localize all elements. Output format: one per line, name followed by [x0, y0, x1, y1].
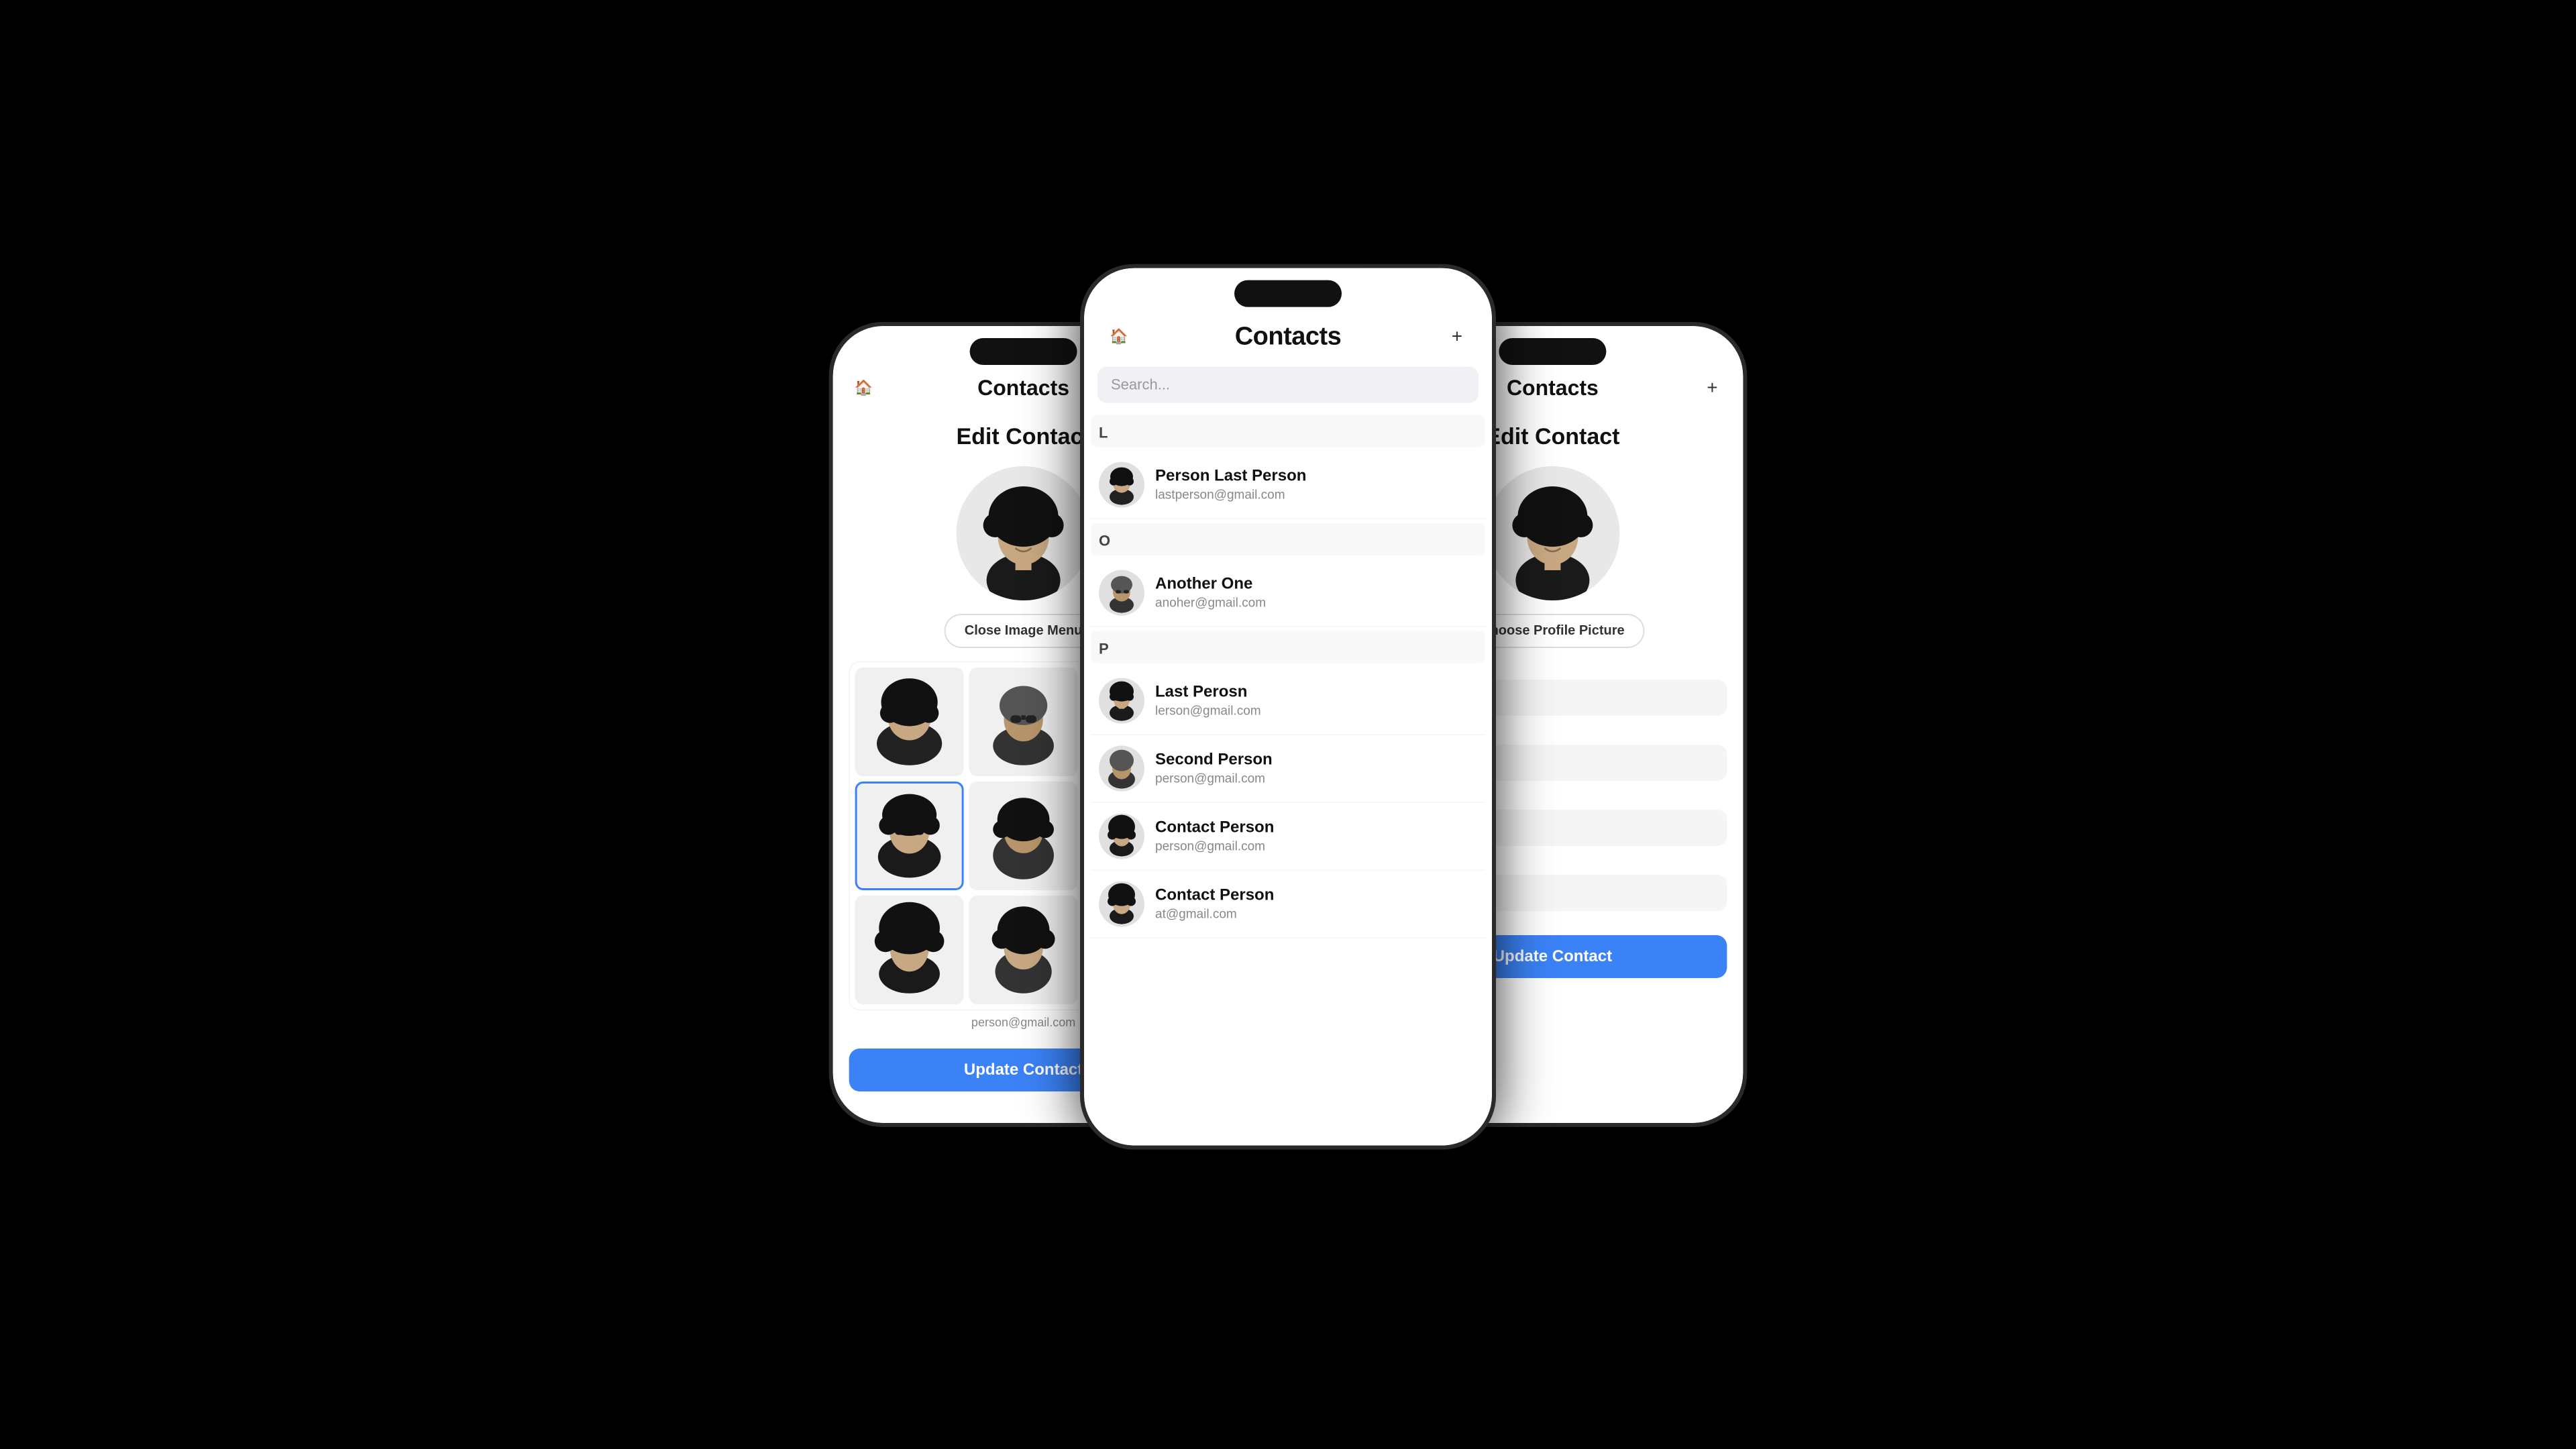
contact-avatar-svg-4 — [1099, 746, 1144, 792]
grid-item-5[interactable] — [969, 782, 1078, 890]
contact-item-second-person[interactable]: Second Person person@gmail.com — [1091, 735, 1485, 803]
grid-avatar-7 — [855, 896, 964, 1004]
home-button-center[interactable]: 🏠 — [1104, 322, 1134, 352]
contact-item-contact-person-2[interactable]: Contact Person at@gmail.com — [1091, 871, 1485, 938]
grid-item-7[interactable] — [855, 896, 964, 1004]
profile-picture-left[interactable] — [957, 466, 1091, 600]
contact-avatar-svg-1 — [1099, 462, 1144, 508]
grid-avatar-4 — [857, 784, 962, 888]
dynamic-island-center — [1234, 280, 1342, 307]
contact-avatar-svg-6 — [1099, 881, 1144, 927]
center-header-title: Contacts — [1235, 322, 1342, 351]
search-container — [1084, 362, 1492, 411]
contact-name-1: Person Last Person — [1155, 467, 1306, 486]
contact-email-4: person@gmail.com — [1155, 772, 1273, 787]
contact-email-2: anoher@gmail.com — [1155, 596, 1266, 611]
add-contact-button-right[interactable]: + — [1697, 373, 1727, 402]
contact-item-contact-person[interactable]: Contact Person person@gmail.com — [1091, 803, 1485, 871]
contact-avatar-svg-3 — [1099, 678, 1144, 724]
contact-name-3: Last Perosn — [1155, 683, 1261, 702]
contact-avatar-svg-2 — [1099, 570, 1144, 616]
contact-item-person-last[interactable]: Person Last Person lastperson@gmail.com — [1091, 451, 1485, 519]
contact-info-5: Contact Person person@gmail.com — [1155, 818, 1274, 855]
contact-info-6: Contact Person at@gmail.com — [1155, 886, 1274, 922]
phone-center: 🏠 Contacts + L — [1080, 264, 1496, 1150]
avatar-svg-left — [957, 466, 1091, 600]
section-header-O: O — [1091, 523, 1485, 555]
contact-info-4: Second Person person@gmail.com — [1155, 751, 1273, 787]
left-header-title: Contacts — [977, 376, 1069, 400]
section-header-P: P — [1091, 631, 1485, 663]
dynamic-island-right — [1499, 338, 1606, 365]
search-input[interactable] — [1097, 367, 1479, 403]
grid-item-4[interactable] — [855, 782, 964, 890]
section-header-L: L — [1091, 415, 1485, 447]
grid-avatar-1 — [855, 667, 964, 776]
contact-avatar-5 — [1099, 814, 1144, 859]
contact-info-1: Person Last Person lastperson@gmail.com — [1155, 467, 1306, 503]
contact-email-3: lerson@gmail.com — [1155, 704, 1261, 719]
grid-item-8[interactable] — [969, 896, 1078, 1004]
avatar-svg-right — [1485, 466, 1619, 600]
contact-avatar-4 — [1099, 746, 1144, 792]
contact-avatar-svg-5 — [1099, 814, 1144, 859]
contact-info-3: Last Perosn lerson@gmail.com — [1155, 683, 1261, 719]
dynamic-island-left — [970, 338, 1077, 365]
grid-avatar-8 — [969, 896, 1078, 1004]
contact-avatar-3 — [1099, 678, 1144, 724]
contact-name-2: Another One — [1155, 575, 1266, 594]
right-header-title: Contacts — [1507, 376, 1599, 400]
grid-item-2[interactable] — [969, 667, 1078, 776]
contact-email-6: at@gmail.com — [1155, 908, 1274, 922]
contact-avatar-6 — [1099, 881, 1144, 927]
contact-info-2: Another One anoher@gmail.com — [1155, 575, 1266, 611]
contact-avatar-2 — [1099, 570, 1144, 616]
contacts-list: L — [1084, 411, 1492, 1146]
contact-email-1: lastperson@gmail.com — [1155, 488, 1306, 503]
contact-name-5: Contact Person — [1155, 818, 1274, 837]
add-contact-button-center[interactable]: + — [1442, 322, 1472, 352]
contact-avatar-1 — [1099, 462, 1144, 508]
contact-email-5: person@gmail.com — [1155, 840, 1274, 855]
close-image-menu-button[interactable]: Close Image Menu — [945, 614, 1103, 648]
profile-picture-right[interactable] — [1485, 466, 1619, 600]
contact-item-last-perosn[interactable]: Last Perosn lerson@gmail.com — [1091, 667, 1485, 735]
home-button-left[interactable]: 🏠 — [849, 373, 879, 402]
grid-avatar-2 — [969, 667, 1078, 776]
contact-name-4: Second Person — [1155, 751, 1273, 769]
grid-avatar-5 — [969, 782, 1078, 890]
contact-name-6: Contact Person — [1155, 886, 1274, 905]
phones-container: 🏠 Contacts + Edit Contact — [282, 54, 2294, 1395]
grid-item-1[interactable] — [855, 667, 964, 776]
contact-item-another-one[interactable]: Another One anoher@gmail.com — [1091, 559, 1485, 627]
